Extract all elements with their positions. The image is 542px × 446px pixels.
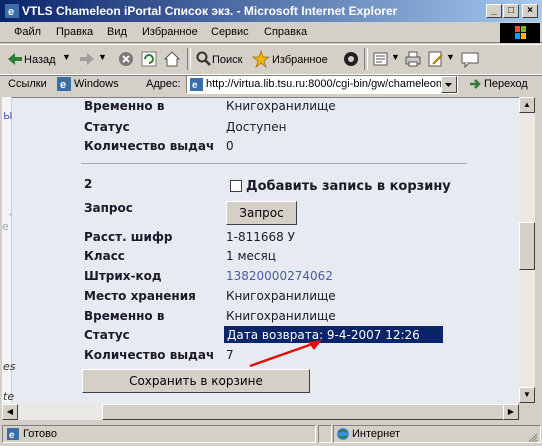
stop-icon[interactable] bbox=[117, 50, 135, 68]
field-value: Доступен bbox=[226, 120, 287, 134]
menu-favorites[interactable]: Избранное bbox=[142, 26, 198, 38]
left-fragment: * bbox=[9, 212, 13, 221]
field-value: Книгохранилище bbox=[226, 309, 336, 323]
minimize-button[interactable]: _ bbox=[486, 4, 502, 18]
window-title: VTLS Chameleon iPortal Список экз. - Mic… bbox=[22, 4, 398, 18]
maximize-button[interactable]: □ bbox=[503, 4, 519, 18]
field-value: 7 bbox=[226, 348, 234, 362]
back-arrow-icon[interactable] bbox=[6, 50, 24, 68]
add-to-basket-label[interactable]: Добавить запись в корзину bbox=[246, 179, 451, 194]
vertical-scroll-thumb[interactable] bbox=[519, 222, 535, 270]
mail-dropdown-icon[interactable]: ▼ bbox=[391, 52, 400, 62]
menu-tools[interactable]: Сервис bbox=[211, 26, 249, 38]
field-label: Временно в bbox=[84, 309, 165, 323]
field-label: Количество выдач bbox=[84, 348, 215, 362]
address-label: Адрес: bbox=[146, 78, 181, 90]
go-button[interactable]: Переход bbox=[484, 78, 528, 90]
ie-icon: e bbox=[4, 3, 20, 19]
field-label: Класс bbox=[84, 249, 125, 263]
add-to-basket-checkbox[interactable] bbox=[230, 180, 242, 192]
scroll-down-icon[interactable]: ▼ bbox=[519, 387, 535, 403]
windows-link-icon[interactable]: e bbox=[56, 76, 72, 92]
request-label: Запрос bbox=[84, 201, 133, 215]
discuss-icon[interactable] bbox=[461, 50, 479, 69]
horizontal-scroll-thumb[interactable] bbox=[102, 404, 517, 420]
forward-arrow-icon[interactable] bbox=[78, 50, 96, 68]
zone-text: Интернет bbox=[352, 428, 400, 440]
search-button[interactable]: Поиск bbox=[212, 54, 242, 66]
home-icon[interactable] bbox=[163, 50, 181, 68]
record-number: 2 bbox=[84, 177, 93, 191]
favorites-button[interactable]: Избранное bbox=[272, 54, 328, 66]
edit-dropdown-icon[interactable]: ▼ bbox=[446, 52, 455, 62]
favorites-star-icon[interactable] bbox=[252, 49, 270, 69]
field-value: 0 bbox=[226, 139, 234, 153]
field-label: Статус bbox=[84, 120, 130, 134]
status-text: Готово bbox=[23, 428, 57, 440]
address-url[interactable]: http://virtua.lib.tsu.ru:8000/cgi-bin/gw… bbox=[206, 78, 442, 90]
close-button[interactable]: × bbox=[522, 4, 538, 18]
scroll-left-icon[interactable]: ◀ bbox=[2, 404, 18, 420]
request-button[interactable]: Запрос bbox=[226, 201, 297, 225]
left-fragment: е bbox=[2, 220, 9, 233]
field-label: Штрих-код bbox=[84, 269, 162, 283]
windows-flag-icon bbox=[500, 23, 540, 43]
mail-icon[interactable] bbox=[372, 50, 390, 68]
field-value: 1 месяц bbox=[226, 249, 276, 263]
field-label: Место хранения bbox=[84, 289, 196, 303]
media-icon[interactable] bbox=[342, 50, 360, 68]
toolbar-separator bbox=[364, 48, 368, 70]
left-sidebar bbox=[2, 97, 12, 403]
back-dropdown-icon[interactable]: ▼ bbox=[62, 52, 71, 62]
back-button[interactable]: Назад bbox=[24, 54, 56, 66]
menu-file[interactable]: Файл bbox=[14, 26, 41, 38]
field-label: Расст. шифр bbox=[84, 230, 173, 244]
svg-text:e: e bbox=[60, 79, 66, 91]
go-arrow-icon[interactable] bbox=[468, 76, 484, 92]
scroll-up-icon[interactable]: ▲ bbox=[519, 97, 535, 113]
windows-link[interactable]: Windows bbox=[74, 78, 119, 90]
address-dropdown-icon[interactable] bbox=[441, 76, 457, 93]
links-label[interactable]: Ссылки bbox=[8, 78, 47, 90]
scroll-right-icon[interactable]: ▶ bbox=[503, 404, 519, 420]
left-fragment[interactable]: ы bbox=[3, 108, 12, 122]
svg-text:e: e bbox=[9, 430, 15, 441]
left-fragment: es bbox=[3, 360, 16, 373]
menu-view[interactable]: Вид bbox=[107, 26, 127, 38]
left-fragment: te bbox=[3, 390, 15, 403]
menu-help[interactable]: Справка bbox=[264, 26, 307, 38]
globe-icon bbox=[336, 427, 350, 441]
edit-icon[interactable] bbox=[427, 50, 445, 68]
toolbar-separator bbox=[187, 48, 191, 70]
done-page-icon: e bbox=[6, 427, 20, 441]
menu-edit[interactable]: Правка bbox=[56, 26, 93, 38]
field-label: Временно в bbox=[84, 99, 165, 113]
save-to-basket-button[interactable]: Сохранить в корзине bbox=[82, 369, 310, 393]
field-label: Статус bbox=[84, 328, 130, 342]
field-label: Количество выдач bbox=[84, 139, 215, 153]
field-value: 1-811668 У bbox=[226, 230, 295, 244]
resize-grip-icon[interactable] bbox=[526, 431, 538, 443]
page-icon: e bbox=[189, 77, 204, 92]
search-icon[interactable] bbox=[195, 50, 213, 68]
svg-text:e: e bbox=[8, 6, 14, 18]
divider bbox=[81, 163, 467, 164]
field-value: Книгохранилище bbox=[226, 289, 336, 303]
barcode-value: 13820000274062 bbox=[226, 269, 333, 283]
print-icon[interactable] bbox=[404, 50, 422, 68]
refresh-icon[interactable] bbox=[140, 50, 158, 68]
forward-dropdown-icon[interactable]: ▼ bbox=[98, 52, 107, 62]
red-arrow-annotation bbox=[246, 336, 326, 370]
svg-text:e: e bbox=[192, 80, 198, 91]
status-panel bbox=[318, 425, 332, 443]
field-value: Книгохранилище bbox=[226, 99, 336, 113]
